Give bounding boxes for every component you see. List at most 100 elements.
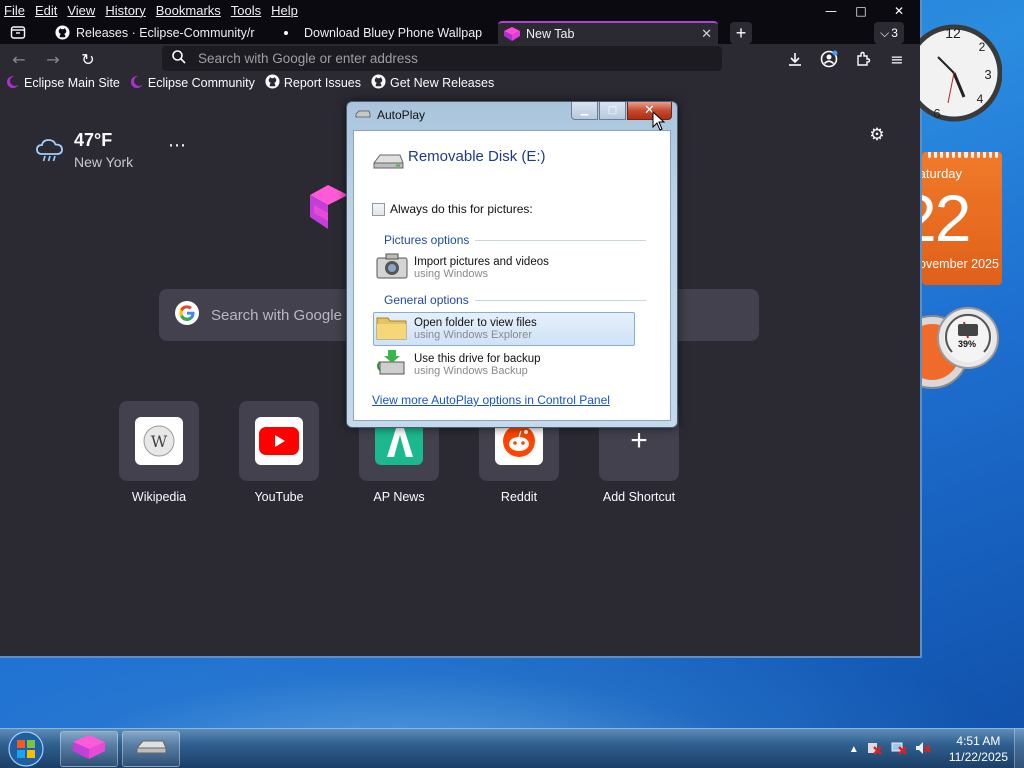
github-icon: [265, 74, 280, 92]
search-placeholder: Search with Google: [211, 306, 342, 324]
svg-text:W: W: [151, 432, 168, 451]
menu-history[interactable]: History: [105, 3, 145, 18]
maximize-button[interactable]: □: [846, 0, 876, 21]
weather-city: New York: [74, 154, 134, 170]
svg-text:4: 4: [977, 92, 984, 106]
shortcut-wikipedia[interactable]: W Wikipedia: [119, 401, 199, 504]
weather-options-icon[interactable]: ⋯: [168, 135, 187, 156]
cpu-meter-gadget[interactable]: 39%: [895, 300, 1002, 392]
folder-icon: [376, 313, 408, 346]
gear-icon[interactable]: ⚙: [866, 124, 888, 146]
system-tray: ▲ 4:51 AM 11/22/2025: [849, 729, 1008, 768]
bookmark-get-new-releases[interactable]: Get New Releases: [371, 74, 494, 92]
drive-icon: [135, 738, 167, 760]
google-icon: [175, 301, 199, 329]
tab-count-button[interactable]: ⌵ 3: [874, 22, 904, 44]
eclipse-icon: [6, 75, 20, 92]
pictures-options-header: Pictures options: [384, 233, 646, 247]
reload-button[interactable]: ↻: [77, 48, 99, 70]
back-button[interactable]: ←: [8, 48, 30, 70]
menu-tools[interactable]: Tools: [231, 3, 261, 18]
option-backup[interactable]: Use this drive for backup using Windows …: [374, 348, 636, 382]
calendar-day: Saturday: [922, 166, 963, 181]
close-tab-icon[interactable]: ✕: [701, 26, 712, 42]
search-icon: [172, 50, 186, 67]
clock-gadget[interactable]: 12 2 3 4 6: [905, 5, 1003, 133]
shortcut-tile: [239, 401, 319, 481]
svg-text:3: 3: [984, 67, 991, 82]
hamburger-menu-icon[interactable]: ≡: [886, 48, 908, 70]
general-options-header: General options: [384, 293, 646, 307]
shortcut-youtube[interactable]: YouTube: [239, 401, 319, 504]
menu-file[interactable]: File: [4, 3, 25, 18]
camera-icon: [376, 252, 408, 285]
taskbar-autoplay-button[interactable]: [122, 731, 180, 767]
tab-bar: Releases · Eclipse-Community/r ✕ Downloa…: [0, 21, 920, 44]
menu-bar: File Edit View History Bookmarks Tools H…: [0, 0, 920, 21]
tab-new-tab[interactable]: New Tab ✕: [498, 21, 718, 44]
option-open-folder[interactable]: Open folder to view files using Windows …: [373, 312, 635, 346]
new-tab-button[interactable]: +: [730, 22, 752, 44]
autoplay-minimize-button[interactable]: ▁: [571, 102, 598, 120]
menu-bookmarks[interactable]: Bookmarks: [156, 3, 221, 18]
dot-icon: [278, 25, 294, 41]
autoplay-dialog: AutoPlay ▁ □ ✕ Removable Disk (E:) Alway…: [346, 101, 678, 428]
start-button[interactable]: [4, 731, 48, 767]
shortcut-tile: W: [119, 401, 199, 481]
navigation-bar: ← → ↻ Search with Google or enter addres…: [0, 44, 920, 73]
github-icon: [54, 25, 70, 41]
youtube-icon: [255, 417, 303, 465]
always-do-this[interactable]: Always do this for pictures:: [372, 202, 533, 216]
calendar-rings: [928, 152, 998, 158]
calendar-date: 22: [922, 181, 971, 255]
close-window-button[interactable]: ✕: [876, 0, 920, 21]
tray-clock[interactable]: 4:51 AM 11/22/2025: [949, 733, 1008, 765]
tab-releases[interactable]: Releases · Eclipse-Community/r ✕: [48, 21, 260, 44]
svg-text:12: 12: [945, 25, 961, 41]
option-subtitle: using Windows Explorer: [414, 329, 532, 341]
tab-list-icon[interactable]: [10, 24, 26, 40]
always-checkbox[interactable]: [372, 202, 385, 216]
minimize-button[interactable]: —: [816, 0, 846, 21]
bookmark-eclipse-main[interactable]: Eclipse Main Site: [6, 75, 120, 92]
eclipse-logo-icon: [504, 26, 520, 42]
volume-icon[interactable]: [915, 741, 931, 758]
action-center-icon[interactable]: [867, 741, 883, 758]
option-import-pictures[interactable]: Import pictures and videos using Windows: [374, 251, 636, 285]
menu-help[interactable]: Help: [271, 3, 298, 18]
shortcut-label: AP News: [373, 490, 425, 504]
forward-button[interactable]: →: [42, 48, 64, 70]
autoplay-maximize-button[interactable]: □: [599, 102, 626, 120]
extensions-icon[interactable]: [852, 48, 874, 70]
autoplay-title: AutoPlay: [377, 108, 426, 122]
show-hidden-icons-icon[interactable]: ▲: [849, 744, 859, 755]
downloads-icon[interactable]: [784, 48, 806, 70]
url-bar[interactable]: Search with Google or enter address: [162, 46, 722, 71]
eclipse-logo: [308, 183, 348, 233]
weather-widget[interactable]: 47°F New York: [36, 130, 133, 170]
menu-edit[interactable]: Edit: [35, 3, 57, 18]
bookmark-report-issues[interactable]: Report Issues: [265, 74, 361, 92]
mouse-cursor: [652, 110, 666, 135]
backup-icon: [376, 348, 408, 383]
calendar-month: November 2025: [922, 257, 999, 271]
shortcut-label: Wikipedia: [131, 490, 187, 504]
eclipse-icon: [130, 75, 144, 92]
shortcut-label: Reddit: [500, 490, 538, 504]
bookmark-eclipse-community[interactable]: Eclipse Community: [130, 75, 255, 92]
github-icon: [371, 74, 386, 92]
tab-bluey[interactable]: Download Bluey Phone Wallpap ✕: [272, 21, 488, 44]
account-icon[interactable]: [818, 48, 840, 70]
menu-view[interactable]: View: [67, 3, 95, 18]
calendar-gadget[interactable]: Saturday 22 November 2025: [922, 152, 1002, 285]
taskbar-browser-button[interactable]: [60, 731, 118, 767]
network-icon[interactable]: [891, 741, 907, 758]
tab-title: Releases · Eclipse-Community/r: [76, 25, 255, 40]
option-title: Use this drive for backup: [414, 353, 541, 365]
tab-title: New Tab: [526, 26, 575, 41]
bookmark-label: Report Issues: [283, 76, 361, 90]
meter-value: 39%: [958, 339, 977, 349]
control-panel-link[interactable]: View more AutoPlay options in Control Pa…: [372, 393, 610, 407]
show-desktop-button[interactable]: [1014, 729, 1024, 768]
section-label: Pictures options: [384, 233, 470, 247]
